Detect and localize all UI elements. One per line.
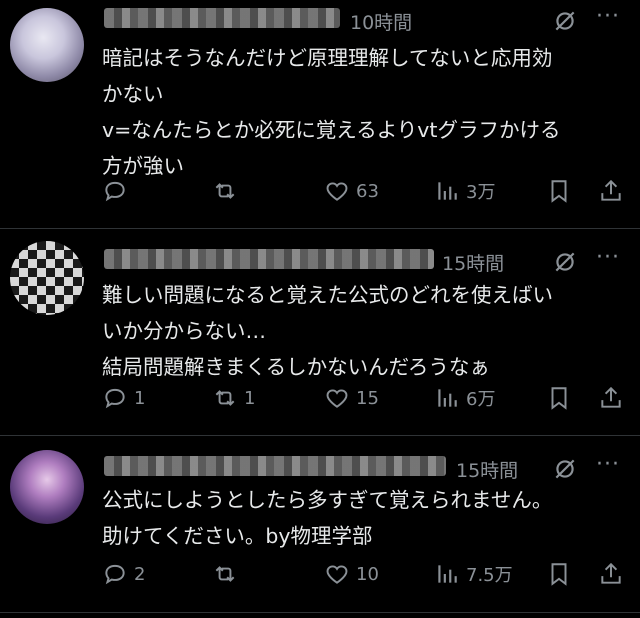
post-line: 助けてください。by物理学部 [102,524,373,548]
heart-icon [326,389,348,408]
post-line: 難しい問題になると覚えた公式のどれを使えばい [102,283,553,307]
bookmark-icon [551,387,567,410]
grok-icon[interactable] [552,456,578,482]
post-text: 難しい問題になると覚えた公式のどれを使えばい いか分からない… 結局問題解きまく… [102,277,622,385]
post-timestamp[interactable]: 15時間 [456,456,518,483]
bookmark-button[interactable] [546,385,572,411]
share-icon [601,179,621,201]
post-line: かない [102,82,164,106]
reply-icon [105,181,125,202]
reply-button[interactable]: 1 [102,385,145,411]
author-name-blurred[interactable] [104,8,340,28]
share-button[interactable] [598,385,624,411]
reply-button[interactable] [102,178,134,204]
avatar[interactable] [10,241,84,315]
bookmark-icon [551,563,567,586]
views-count: 6万 [466,389,496,410]
post-2[interactable]: 15時間 ··· 難しい問題になると覚えた公式のどれを使えばい いか分からない…… [0,229,640,435]
grok-icon[interactable] [552,8,578,34]
like-count: 15 [356,387,379,409]
like-count: 10 [356,563,379,585]
views-button[interactable]: 7.5万 [434,561,513,587]
like-count: 63 [356,180,379,202]
bookmark-icon [551,180,567,203]
views-button[interactable]: 3万 [434,178,495,204]
more-icon[interactable]: ··· [596,452,620,477]
reply-button[interactable]: 2 [102,561,145,587]
share-button[interactable] [598,178,624,204]
post-text: 公式にしようとしたら多すぎて覚えられません。 助けてください。by物理学部 [102,482,622,554]
repost-button[interactable]: 1 [212,385,255,411]
repost-icon [215,566,235,582]
more-icon[interactable]: ··· [596,245,620,270]
repost-icon [215,390,235,406]
views-icon [438,182,457,200]
post-3[interactable]: 15時間 ··· 公式にしようとしたら多すぎて覚えられません。 助けてください。… [0,436,640,612]
bookmark-button[interactable] [546,178,572,204]
views-icon [438,565,457,583]
views-count: 7.5万 [466,565,513,586]
heart-icon [326,565,348,584]
author-name-blurred[interactable] [104,456,446,476]
repost-count: 1 [244,387,256,409]
views-icon [438,389,457,407]
post-timestamp[interactable]: 15時間 [442,249,504,276]
heart-icon [326,182,348,201]
post-line: v=なんたらとか必死に覚えるよりvtグラフかける [102,118,561,142]
bookmark-button[interactable] [546,561,572,587]
post-text: 暗記はそうなんだけど原理理解してないと応用効 かない v=なんたらとか必死に覚え… [102,40,622,184]
author-name-blurred[interactable] [104,249,434,269]
post-line: 公式にしようとしたら多すぎて覚えられません。 [102,488,553,512]
reply-count: 2 [134,563,146,585]
share-icon [601,386,621,408]
post-timestamp[interactable]: 10時間 [350,8,412,35]
post-line: 暗記はそうなんだけど原理理解してないと応用効 [102,46,553,70]
reply-icon [105,388,125,409]
repost-icon [215,183,235,199]
views-button[interactable]: 6万 [434,385,495,411]
avatar[interactable] [10,450,84,524]
post-line: 結局問題解きまくるしかないんだろうなぁ [102,355,490,379]
avatar[interactable] [10,8,84,82]
more-icon[interactable]: ··· [596,4,620,29]
reply-count: 1 [134,387,146,409]
like-button[interactable]: 10 [324,561,379,587]
grok-icon[interactable] [552,249,578,275]
repost-button[interactable] [212,561,244,587]
post-1[interactable]: 10時間 ··· 暗記はそうなんだけど原理理解してないと応用効 かない v=なん… [0,0,640,228]
share-button[interactable] [598,561,624,587]
like-button[interactable]: 63 [324,178,379,204]
post-line: いか分からない… [102,319,266,343]
repost-button[interactable] [212,178,244,204]
reply-icon [105,564,125,585]
share-icon [601,562,621,584]
divider [0,612,640,613]
views-count: 3万 [466,182,496,203]
like-button[interactable]: 15 [324,385,379,411]
